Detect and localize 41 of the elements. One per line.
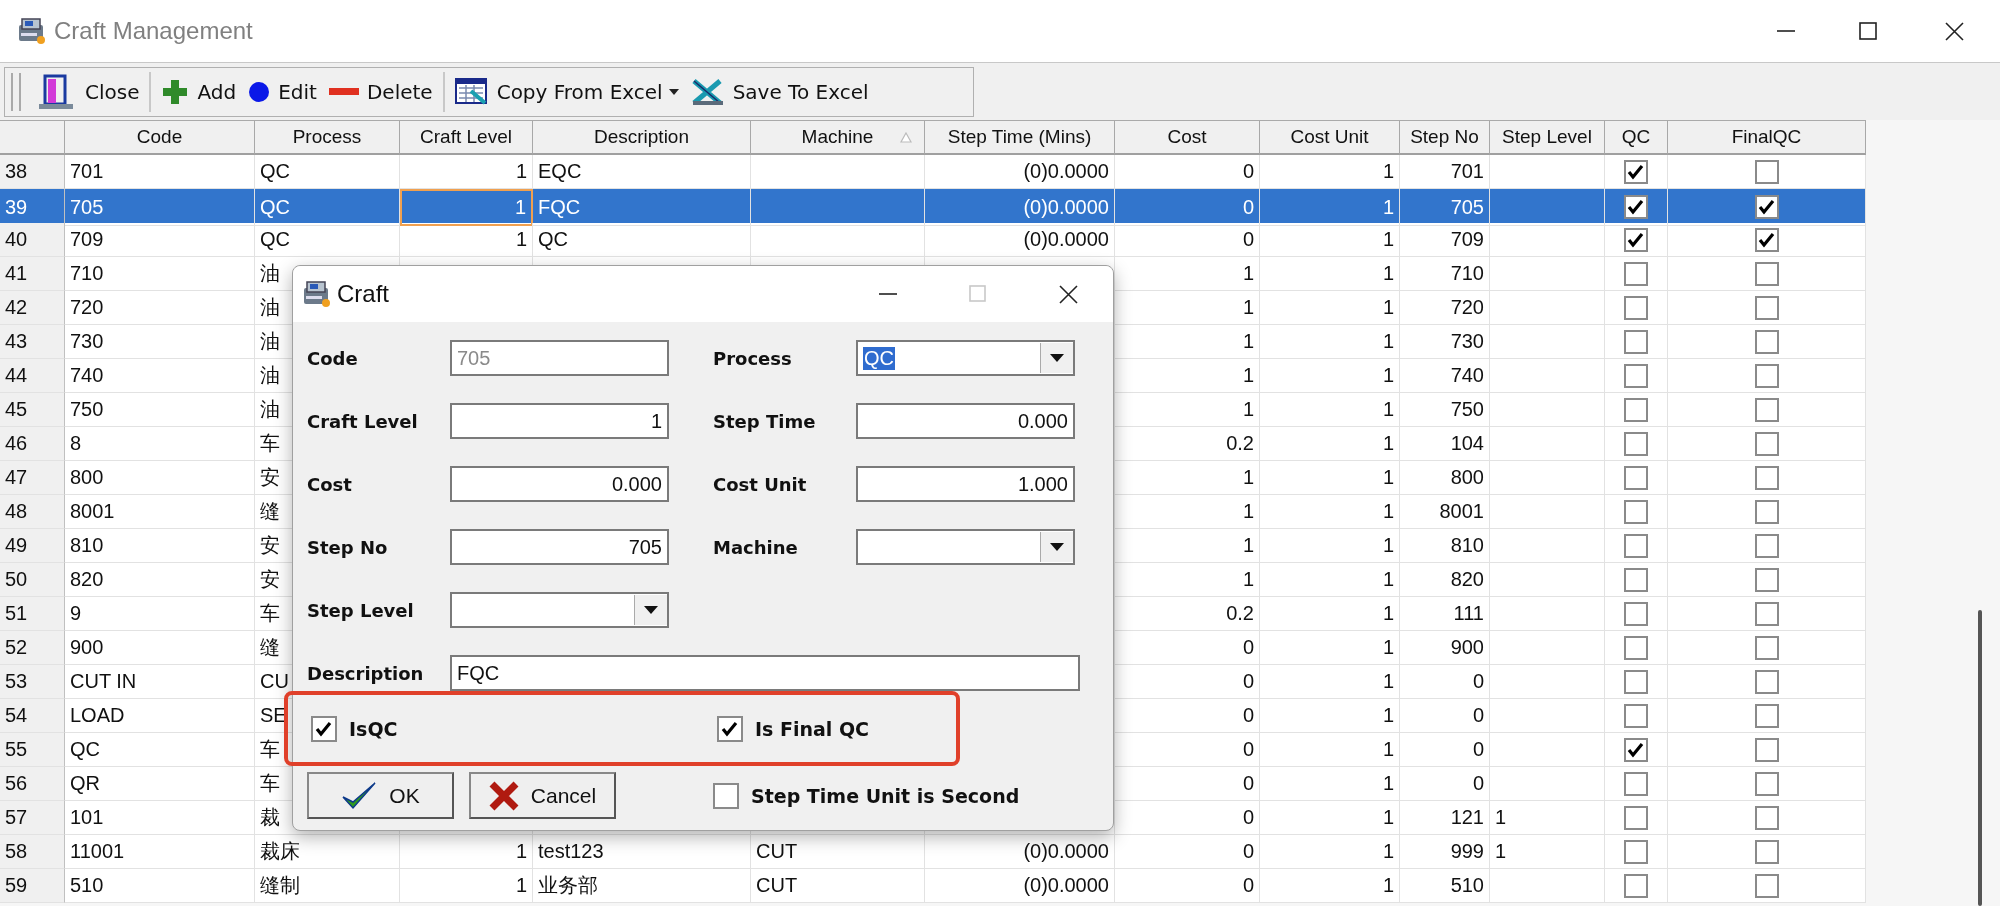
row-number: 52 xyxy=(0,631,65,665)
row-number: 57 xyxy=(0,801,65,835)
field-label: Cost xyxy=(307,473,353,495)
table-cell: 缝制 xyxy=(255,869,400,903)
row-number: 43 xyxy=(0,325,65,359)
row-number: 56 xyxy=(0,767,65,801)
row-number: 59 xyxy=(0,869,65,903)
row-number: 46 xyxy=(0,427,65,461)
row-number: 50 xyxy=(0,563,65,597)
field-label: Process xyxy=(713,347,793,369)
field-label: Step Time xyxy=(713,410,817,432)
checkbox-label: Is Final QC xyxy=(755,717,870,740)
field-label: Step No xyxy=(307,536,389,558)
row-number: 55 xyxy=(0,733,65,767)
row-number: 44 xyxy=(0,359,65,393)
table-cell: 业务部 xyxy=(533,869,751,903)
table-cell: 1 xyxy=(1260,869,1400,903)
table-cell: (0)0.0000 xyxy=(925,869,1115,903)
field-label: Cost Unit xyxy=(713,473,808,495)
row-number: 38 xyxy=(0,155,65,189)
row-number: 54 xyxy=(0,699,65,733)
table-cell: 1 xyxy=(400,869,533,903)
row-number: 51 xyxy=(0,597,65,631)
table-cell: 0 xyxy=(1115,869,1260,903)
row-number: 42 xyxy=(0,291,65,325)
row-number: 47 xyxy=(0,461,65,495)
field-label: Machine xyxy=(713,536,799,558)
table-cell: 1 xyxy=(400,155,533,189)
window-title: Craft Management xyxy=(54,17,253,45)
row-number: 41 xyxy=(0,257,65,291)
table-cell: CUT xyxy=(751,869,925,903)
row-number: 58 xyxy=(0,835,65,869)
row-number: 40 xyxy=(0,223,65,257)
table-cell: 510 xyxy=(1400,869,1490,903)
table-cell: 1 xyxy=(400,189,533,226)
checkbox-label: Step Time Unit is Second xyxy=(751,784,1020,807)
row-number: 48 xyxy=(0,495,65,529)
row-number: 49 xyxy=(0,529,65,563)
row-number: 45 xyxy=(0,393,65,427)
row-number: 53 xyxy=(0,665,65,699)
table-cell: 510 xyxy=(65,869,255,903)
